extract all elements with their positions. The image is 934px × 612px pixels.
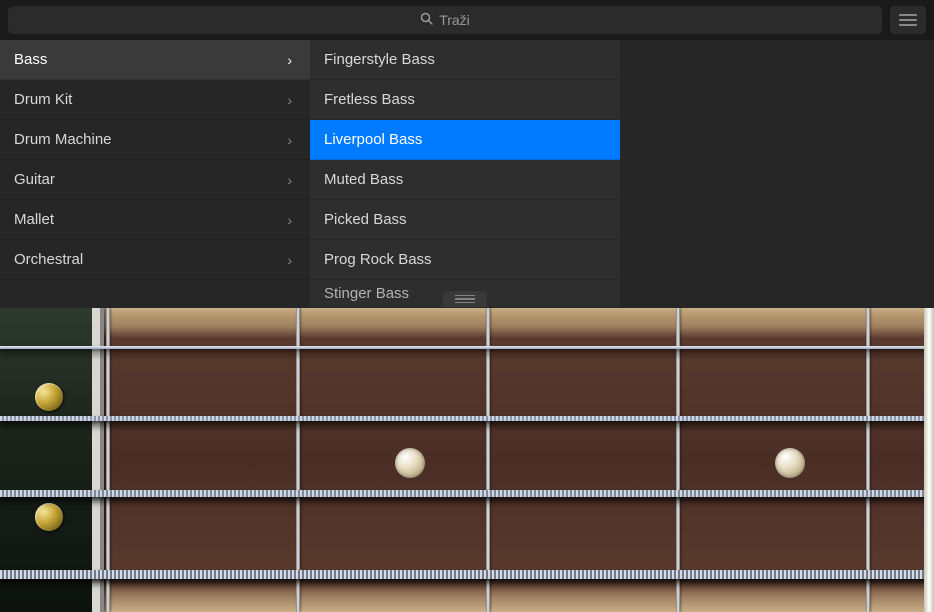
fret-inlay-dot bbox=[395, 448, 425, 478]
browser-panel: Bass›Drum Kit›Drum Machine›Guitar›Mallet… bbox=[0, 40, 934, 308]
preset-item-fretless-bass[interactable]: Fretless Bass bbox=[310, 80, 620, 120]
category-item-bass[interactable]: Bass › bbox=[0, 40, 310, 80]
search-icon bbox=[420, 12, 433, 28]
chevron-right-icon: › bbox=[287, 92, 292, 108]
string-1[interactable] bbox=[0, 346, 934, 349]
category-label: Mallet bbox=[14, 211, 54, 228]
search-placeholder: Traži bbox=[439, 12, 470, 28]
fret bbox=[486, 308, 490, 612]
category-label: Guitar bbox=[14, 171, 55, 188]
fret bbox=[106, 308, 110, 612]
chevron-right-icon: › bbox=[287, 252, 292, 268]
preset-item-stinger-bass[interactable]: Stinger Bass bbox=[310, 280, 620, 308]
fret-inlay-dot bbox=[775, 448, 805, 478]
preset-label: Fingerstyle Bass bbox=[324, 51, 435, 68]
category-label: Drum Machine bbox=[14, 131, 112, 148]
category-item-mallet[interactable]: Mallet › bbox=[0, 200, 310, 240]
chevron-right-icon: › bbox=[287, 172, 292, 188]
chevron-right-icon: › bbox=[287, 52, 292, 68]
search-input[interactable]: Traži bbox=[8, 6, 882, 34]
category-item-drum-kit[interactable]: Drum Kit › bbox=[0, 80, 310, 120]
headstock bbox=[0, 308, 100, 612]
menu-button[interactable] bbox=[890, 6, 926, 34]
preset-item-fingerstyle-bass[interactable]: Fingerstyle Bass bbox=[310, 40, 620, 80]
fretboard-edge bbox=[924, 308, 934, 612]
preset-item-liverpool-bass[interactable]: Liverpool Bass bbox=[310, 120, 620, 160]
detail-column bbox=[620, 40, 934, 308]
preset-item-prog-rock-bass[interactable]: Prog Rock Bass bbox=[310, 240, 620, 280]
fret bbox=[866, 308, 870, 612]
preset-label: Liverpool Bass bbox=[324, 131, 422, 148]
tuner-screw bbox=[35, 383, 63, 411]
fret bbox=[676, 308, 680, 612]
category-label: Drum Kit bbox=[14, 91, 72, 108]
category-label: Bass bbox=[14, 51, 47, 68]
fretboard[interactable] bbox=[0, 308, 934, 612]
top-bar: Traži bbox=[0, 0, 934, 40]
category-column: Bass›Drum Kit›Drum Machine›Guitar›Mallet… bbox=[0, 40, 310, 308]
drag-handle-icon[interactable] bbox=[443, 291, 487, 307]
preset-column: Fingerstyle Bass Fretless Bass Liverpool B… bbox=[310, 40, 620, 308]
preset-item-picked-bass[interactable]: Picked Bass bbox=[310, 200, 620, 240]
category-label: Orchestral bbox=[14, 251, 83, 268]
preset-label: Muted Bass bbox=[324, 171, 403, 188]
string-4[interactable] bbox=[0, 570, 934, 579]
chevron-right-icon: › bbox=[287, 132, 292, 148]
category-item-guitar[interactable]: Guitar › bbox=[0, 160, 310, 200]
preset-label: Picked Bass bbox=[324, 211, 407, 228]
category-item-orchestral[interactable]: Orchestral › bbox=[0, 240, 310, 280]
preset-label: Fretless Bass bbox=[324, 91, 415, 108]
preset-item-muted-bass[interactable]: Muted Bass bbox=[310, 160, 620, 200]
fret bbox=[296, 308, 300, 612]
preset-label: Stinger Bass bbox=[324, 285, 409, 302]
category-item-drum-machine[interactable]: Drum Machine › bbox=[0, 120, 310, 160]
preset-label: Prog Rock Bass bbox=[324, 251, 432, 268]
tuner-screw bbox=[35, 503, 63, 531]
string-2[interactable] bbox=[0, 416, 934, 421]
chevron-right-icon: › bbox=[287, 212, 292, 228]
string-3[interactable] bbox=[0, 490, 934, 497]
